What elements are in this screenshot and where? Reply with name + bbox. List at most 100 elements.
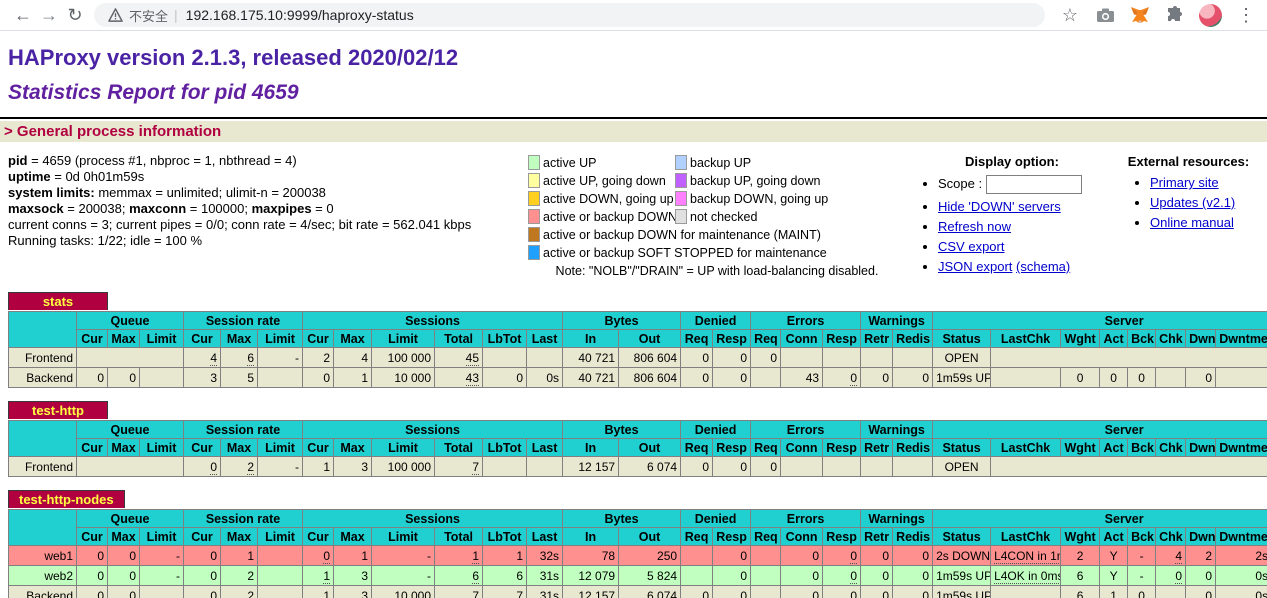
display-option-link[interactable]: Hide 'DOWN' servers: [938, 199, 1061, 214]
corner-cell: [9, 421, 77, 457]
stat-cell: 6: [435, 566, 483, 586]
scope-input[interactable]: [986, 175, 1082, 194]
row-name: Frontend: [9, 457, 77, 477]
profile-avatar[interactable]: [1199, 4, 1222, 27]
toolbar-right: ☆: [1055, 4, 1257, 27]
column-header: Cur: [303, 330, 334, 348]
external-resources-panel: External resources: Primary siteUpdates …: [1118, 154, 1259, 279]
forward-icon[interactable]: →: [36, 2, 62, 28]
column-group-header: Server: [933, 421, 1267, 439]
stat-cell: 40 721: [563, 368, 619, 388]
schema-link[interactable]: (schema): [1016, 259, 1070, 274]
display-option-link[interactable]: CSV export: [938, 239, 1004, 254]
column-header: In: [563, 528, 619, 546]
stat-cell: [823, 348, 861, 368]
column-header: Bck: [1128, 439, 1156, 457]
column-header: Max: [108, 330, 140, 348]
stat-cell: 0: [893, 566, 933, 586]
stat-cell: 0: [861, 368, 893, 388]
stat-cell: 0: [303, 546, 334, 566]
table-row: Backend00350110 0004300s40 721806 604004…: [9, 368, 1267, 388]
stat-cell: 0: [751, 348, 781, 368]
stat-cell: 31s: [527, 566, 563, 586]
legend-swatch-icon: [675, 209, 687, 224]
camera-extension-icon[interactable]: [1094, 4, 1116, 26]
scope-item: Scope :: [938, 175, 1118, 194]
stat-cell: 5: [221, 368, 258, 388]
display-option-link[interactable]: JSON export: [938, 259, 1012, 274]
stat-cell: 1m59s UP: [933, 586, 991, 598]
external-resource-link[interactable]: Primary site: [1150, 175, 1219, 190]
stat-cell: OPEN: [933, 457, 991, 477]
column-group-header: Server: [933, 510, 1267, 528]
url-text[interactable]: 192.168.175.10:9999/haproxy-status: [186, 7, 414, 23]
legend-swatch-icon: [675, 191, 687, 206]
stat-cell: 100 000: [372, 457, 435, 477]
display-option-link[interactable]: Refresh now: [938, 219, 1011, 234]
table-row: Frontend46-24100 0004540 721806 604000OP…: [9, 348, 1267, 368]
security-label: 不安全: [129, 6, 168, 25]
legend-swatch-icon: [528, 155, 540, 170]
stat-cell: 0: [713, 586, 751, 598]
column-group-header: Queue: [77, 510, 184, 528]
stat-cell: 0s: [1216, 566, 1267, 586]
stat-cell: [991, 348, 1267, 368]
stat-cell: 1: [303, 566, 334, 586]
page-title[interactable]: HAProxy version 2.1.3, released 2020/02/…: [8, 45, 1259, 71]
external-resource-item: Updates (v2.1): [1150, 195, 1259, 210]
legend-label: backup UP, going down: [690, 174, 820, 188]
external-resource-link[interactable]: Updates (v2.1): [1150, 195, 1235, 210]
not-secure-warning-icon: [108, 8, 123, 22]
column-header: Conn: [781, 528, 823, 546]
external-resource-item: Primary site: [1150, 175, 1259, 190]
stat-cell: 2: [1061, 546, 1100, 566]
column-header: Chk: [1156, 330, 1186, 348]
stat-cell: 45: [435, 348, 483, 368]
process-info-line: current conns = 3; current pipes = 0/0; …: [8, 218, 528, 233]
stat-cell: [77, 457, 184, 477]
stat-cell: 0: [184, 586, 221, 598]
stat-cell: 0: [893, 368, 933, 388]
stat-cell: [893, 457, 933, 477]
stat-cell: 12 157: [563, 586, 619, 598]
proxy-tables: statsQueueSession rateSessionsBytesDenie…: [0, 279, 1267, 598]
column-header: LbTot: [483, 528, 527, 546]
info-row: pid = 4659 (process #1, nbproc = 1, nbth…: [0, 142, 1267, 279]
stat-cell: 7: [483, 586, 527, 598]
column-header: Req: [681, 330, 713, 348]
corner-cell: [9, 312, 77, 348]
stat-cell: 0: [1156, 566, 1186, 586]
column-header: Cur: [184, 330, 221, 348]
display-option-item: Refresh now: [938, 219, 1118, 234]
column-header: Limit: [372, 439, 435, 457]
stat-cell: 4: [184, 348, 221, 368]
stat-cell: 43: [435, 368, 483, 388]
stat-cell: [1156, 368, 1186, 388]
column-header: Redis: [893, 439, 933, 457]
back-icon[interactable]: ←: [10, 2, 36, 28]
display-option-item: JSON export (schema): [938, 259, 1118, 274]
stat-cell: 0: [681, 457, 713, 477]
stat-cell: 2s: [1216, 546, 1267, 566]
reload-icon[interactable]: ↻: [62, 2, 88, 28]
column-group-header: Sessions: [303, 312, 563, 330]
stat-cell: 2: [221, 457, 258, 477]
extensions-puzzle-icon[interactable]: [1164, 4, 1186, 26]
stat-cell: 2: [1186, 546, 1216, 566]
external-resource-link[interactable]: Online manual: [1150, 215, 1234, 230]
stat-cell: 0: [483, 368, 527, 388]
column-header: Max: [334, 330, 372, 348]
legend-item: backup DOWN, going up: [675, 190, 828, 208]
column-group-header: Errors: [751, 510, 861, 528]
row-name: Backend: [9, 586, 77, 598]
bookmark-star-icon[interactable]: ☆: [1059, 4, 1081, 26]
stat-cell: 7: [435, 586, 483, 598]
column-group-header: Denied: [681, 510, 751, 528]
stat-cell: -: [140, 546, 184, 566]
url-bar[interactable]: 不安全 | 192.168.175.10:9999/haproxy-status: [94, 3, 1045, 27]
column-header: Status: [933, 330, 991, 348]
column-header: Resp: [713, 528, 751, 546]
kebab-menu-icon[interactable]: ⋮: [1235, 4, 1257, 26]
metamask-fox-icon[interactable]: [1129, 4, 1151, 26]
column-header: Retr: [861, 330, 893, 348]
